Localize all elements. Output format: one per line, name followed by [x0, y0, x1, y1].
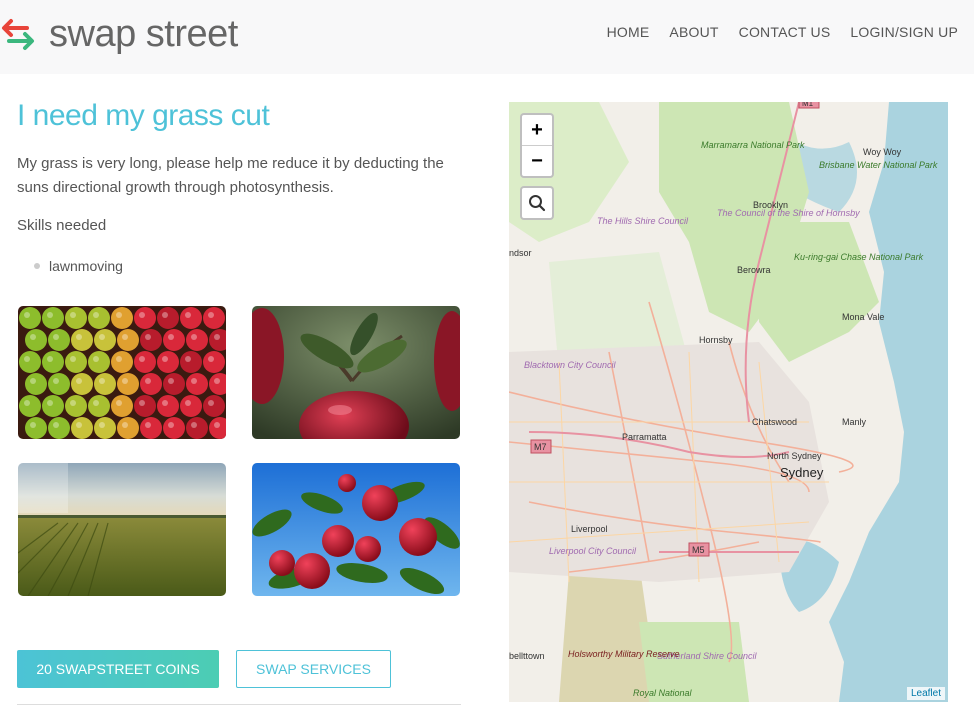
map-label-monavale: Mona Vale	[842, 312, 884, 322]
coins-button[interactable]: 20 SWAPSTREET COINS	[17, 650, 219, 688]
zoom-out-button[interactable]: −	[522, 146, 552, 176]
nav-about[interactable]: ABOUT	[669, 24, 718, 40]
map-label-blacktown: Blacktown City Council	[524, 360, 617, 370]
map[interactable]: ndsor Brooklyn Woy Woy Berowra Mona Vale…	[509, 102, 948, 702]
map-shield-m7: M7	[530, 439, 552, 454]
main-nav: HOME ABOUT CONTACT US LOGIN/SIGN UP	[587, 24, 958, 40]
brand[interactable]: swap street	[0, 10, 238, 58]
svg-text:M5: M5	[692, 545, 705, 555]
bullet-icon	[34, 263, 40, 269]
brand-name: swap street	[49, 12, 238, 55]
map-label-woywoy: Woy Woy	[863, 147, 902, 157]
zoom-control: + −	[520, 113, 554, 178]
map-label-marramarra: Marramarra National Park	[701, 140, 805, 150]
divider	[17, 704, 461, 705]
skill-item: lawnmoving	[34, 258, 123, 274]
navbar: swap street HOME ABOUT CONTACT US LOGIN/…	[0, 0, 974, 74]
map-label-northsydney: North Sydney	[767, 451, 822, 461]
map-shield-m1: M1	[798, 102, 820, 109]
map-label-berowra: Berowra	[737, 265, 771, 275]
listing-description: My grass is very long, please help me re…	[17, 155, 444, 196]
photo-apples-grid[interactable]	[18, 306, 226, 439]
search-icon	[529, 195, 546, 212]
map-search-button[interactable]	[520, 186, 554, 220]
nav-contact-us[interactable]: CONTACT US	[739, 24, 831, 40]
map-label-sydney: Sydney	[780, 465, 824, 480]
map-label-parramatta: Parramatta	[622, 432, 667, 442]
map-label-hills: The Hills Shire Council	[597, 216, 689, 226]
map-label-liverpool-council: Liverpool City Council	[549, 546, 637, 556]
map-label-brisbane-water: Brisbane Water National Park	[819, 160, 938, 170]
map-label-liverpool: Liverpool	[571, 524, 608, 534]
skills-label: Skills needed	[17, 217, 107, 234]
nav-home[interactable]: HOME	[607, 24, 650, 40]
map-tiles: ndsor Brooklyn Woy Woy Berowra Mona Vale…	[509, 102, 948, 702]
map-label-holsworthy: Holsworthy Military Reserve	[568, 649, 680, 659]
photo-crop-field[interactable]	[18, 463, 226, 596]
map-label-windsor: ndsor	[509, 248, 532, 258]
map-shield-m5: M5	[688, 542, 710, 557]
map-label-chatswood: Chatswood	[752, 417, 797, 427]
map-attribution[interactable]: Leaflet	[906, 687, 945, 700]
map-label-campbelltown: bellttown	[509, 651, 545, 661]
swap-arrows-icon	[2, 19, 34, 50]
skills-list: lawnmoving	[34, 258, 123, 274]
map-label-kuringgai: Ku-ring-gai Chase National Park	[794, 252, 924, 262]
map-label-hornsby-council: The Council of the Shire of Hornsby	[717, 208, 860, 218]
map-label-royal: Royal National	[633, 688, 693, 698]
listing-title: I need my grass cut	[17, 99, 270, 132]
svg-text:M7: M7	[534, 442, 547, 452]
swap-services-button[interactable]: SWAP SERVICES	[236, 650, 391, 688]
skill-label: lawnmoving	[49, 258, 123, 274]
zoom-in-button[interactable]: +	[522, 115, 552, 146]
map-label-hornsby: Hornsby	[699, 335, 733, 345]
photo-apple-branch[interactable]	[252, 306, 460, 439]
svg-text:M1: M1	[802, 102, 814, 108]
nav-login-signup[interactable]: LOGIN/SIGN UP	[850, 24, 958, 40]
map-label-manly: Manly	[842, 417, 867, 427]
photo-apple-tree[interactable]	[252, 463, 460, 596]
